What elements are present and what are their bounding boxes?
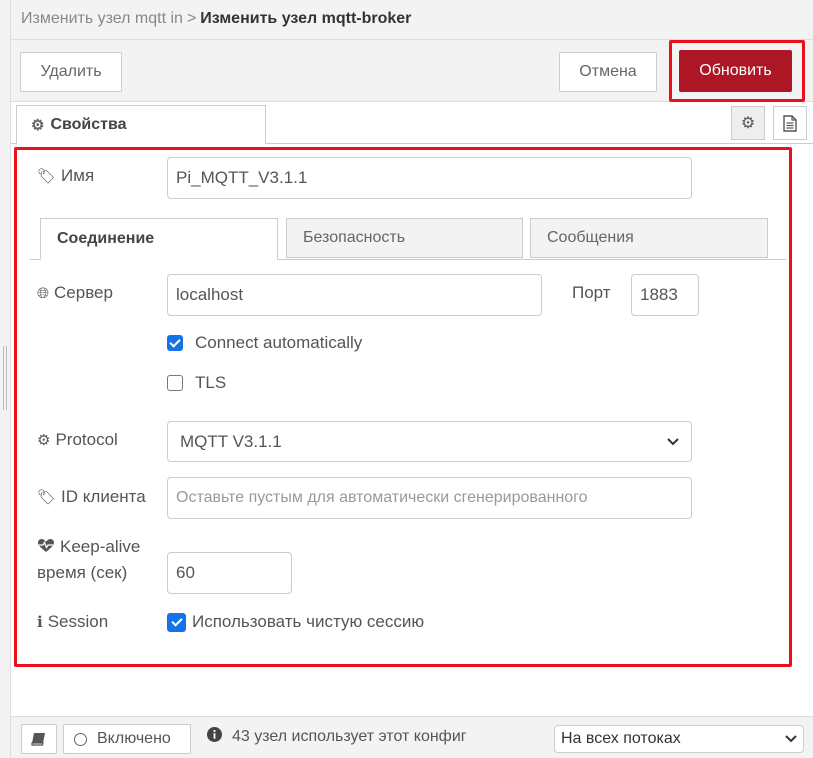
enabled-label: Включено: [97, 730, 171, 747]
subtab-connection[interactable]: Соединение: [40, 218, 278, 260]
client-id-input[interactable]: Оставьте пустым для автоматически сгенер…: [167, 477, 692, 519]
tls-label: TLS: [195, 373, 227, 392]
tag-icon: 🏷︎: [37, 168, 57, 185]
checkbox-checked[interactable]: [167, 612, 186, 632]
subtab-security[interactable]: Безопасность: [286, 218, 523, 258]
gear-icon: ⚙: [37, 432, 51, 449]
enabled-toggle[interactable]: Включено: [63, 724, 191, 754]
server-input[interactable]: localhost: [167, 274, 542, 316]
keepalive-label-line2: время (сек): [37, 563, 128, 582]
book-icon: [31, 733, 45, 746]
protocol-select[interactable]: MQTT V3.1.1: [167, 421, 692, 462]
description-document-icon[interactable]: [773, 106, 807, 140]
subtab-messages[interactable]: Сообщения: [530, 218, 768, 258]
port-input[interactable]: 1883: [631, 274, 699, 316]
server-label-text: Сервер: [54, 283, 113, 302]
connect-automatically-label: Connect automatically: [195, 333, 363, 352]
name-input[interactable]: Pi_MQTT_V3.1.1: [167, 157, 692, 199]
keepalive-label: Keep-alive: [37, 537, 140, 557]
keepalive-input[interactable]: 60: [167, 552, 292, 594]
protocol-label-text: Protocol: [55, 430, 118, 449]
client-id-label-text: ID клиента: [61, 487, 146, 506]
port-label: Порт: [572, 283, 611, 302]
heart-pulse-icon: [38, 538, 54, 552]
usage-text: 43 узел использует этот конфиг: [232, 727, 467, 745]
usage-info: 43 узел использует этот конфиг: [207, 727, 467, 746]
protocol-selected-value: MQTT V3.1.1: [180, 431, 282, 451]
heartbeat-icon: [37, 538, 55, 557]
left-resize-strip[interactable]: [0, 0, 11, 758]
clean-session-label: Использовать чистую сессию: [192, 612, 425, 631]
resize-grip-icon[interactable]: [3, 346, 7, 410]
chevron-down-icon: [785, 735, 797, 743]
tls-checkbox[interactable]: TLS: [167, 373, 226, 393]
client-id-label: 🏷︎ ID клиента: [37, 487, 146, 507]
breadcrumb-current: Изменить узел mqtt-broker: [200, 10, 412, 27]
globe-icon: 🌐︎: [37, 284, 50, 302]
tab-properties-label: Свойства: [50, 116, 127, 133]
dialog-footer: Включено 43 узел использует этот конфиг …: [11, 716, 813, 758]
dialog-header: Изменить узел mqtt in > Изменить узел mqtt…: [11, 0, 813, 40]
session-label: i Session: [37, 612, 108, 632]
gear-icon: ⚙: [31, 117, 45, 134]
tag-icon: 🏷︎: [37, 489, 57, 506]
scope-select[interactable]: На всех потоках: [554, 725, 804, 753]
delete-button[interactable]: Удалить: [20, 52, 122, 92]
settings-gear-icon[interactable]: ⚙: [731, 106, 765, 140]
dialog-toolbar: Удалить Отмена Обновить: [11, 40, 813, 102]
clean-session-checkbox[interactable]: Использовать чистую сессию: [167, 612, 424, 632]
breadcrumb-separator: >: [186, 10, 197, 27]
tab-bar: ⚙ Свойства ⚙: [11, 102, 813, 145]
tab-properties[interactable]: ⚙ Свойства: [16, 105, 266, 145]
breadcrumb-parent[interactable]: Изменить узел mqtt in: [21, 10, 183, 27]
book-icon-button[interactable]: [21, 724, 57, 754]
info-circle-icon: [207, 727, 222, 746]
scope-selected-value: На всех потоках: [561, 730, 681, 747]
cancel-button[interactable]: Отмена: [559, 52, 657, 92]
session-label-text: Session: [47, 612, 109, 631]
protocol-label: ⚙ Protocol: [37, 430, 118, 450]
update-button[interactable]: Обновить: [679, 50, 792, 92]
name-label-text: Имя: [61, 166, 95, 185]
chevron-down-icon: [667, 437, 679, 445]
connection-subtabs: Соединение Безопасность Сообщения: [30, 218, 786, 260]
checkbox-unchecked[interactable]: [167, 375, 183, 391]
checkbox-checked[interactable]: [167, 335, 183, 351]
connect-automatically-checkbox[interactable]: Connect automatically: [167, 333, 362, 353]
server-label: 🌐︎ Сервер: [37, 283, 113, 303]
breadcrumb: Изменить узел mqtt in > Изменить узел mqtt…: [21, 10, 411, 28]
info-icon: i: [37, 613, 43, 631]
keepalive-label-line1: Keep-alive: [60, 537, 141, 556]
document-icon: [783, 114, 797, 132]
radio-icon[interactable]: [74, 732, 87, 746]
name-label: 🏷︎ Имя: [37, 166, 94, 186]
